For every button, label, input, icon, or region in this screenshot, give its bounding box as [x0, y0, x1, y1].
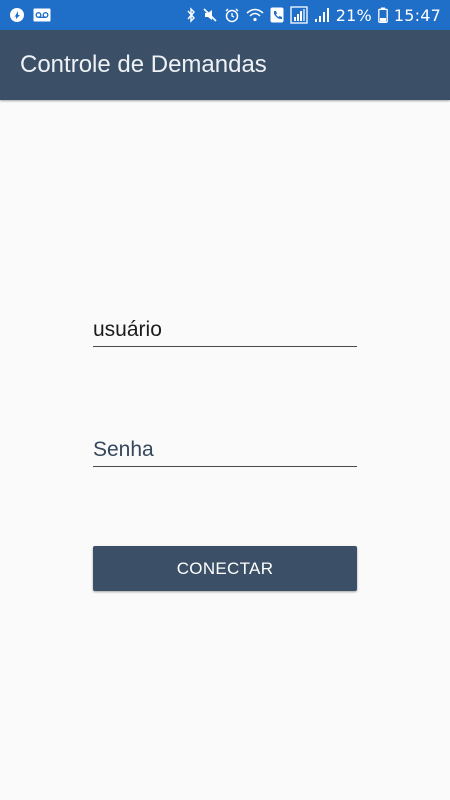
notification-app-icon — [9, 7, 25, 23]
bluetooth-icon — [186, 7, 196, 23]
username-input[interactable] — [93, 318, 357, 346]
status-bar: 21% 15:47 — [0, 0, 450, 30]
password-input[interactable] — [93, 438, 357, 466]
voicemail-icon — [33, 8, 51, 22]
app-title: Controle de Demandas — [20, 51, 267, 78]
app-bar: Controle de Demandas — [0, 30, 450, 100]
connect-button[interactable]: CONECTAR — [93, 546, 357, 591]
wifi-icon — [246, 8, 264, 22]
phone-call-icon — [270, 7, 284, 23]
battery-icon — [378, 7, 388, 23]
clock: 15:47 — [393, 5, 441, 25]
mute-icon — [202, 7, 218, 23]
password-field[interactable] — [93, 432, 357, 467]
battery-percent: 21% — [335, 5, 372, 25]
username-field[interactable] — [93, 312, 357, 347]
status-right-icons: 21% 15:47 — [186, 6, 450, 25]
sim-signal-icon — [290, 6, 308, 24]
status-left-icons — [0, 7, 51, 23]
alarm-icon — [224, 7, 240, 23]
signal-strength-icon — [314, 7, 330, 23]
